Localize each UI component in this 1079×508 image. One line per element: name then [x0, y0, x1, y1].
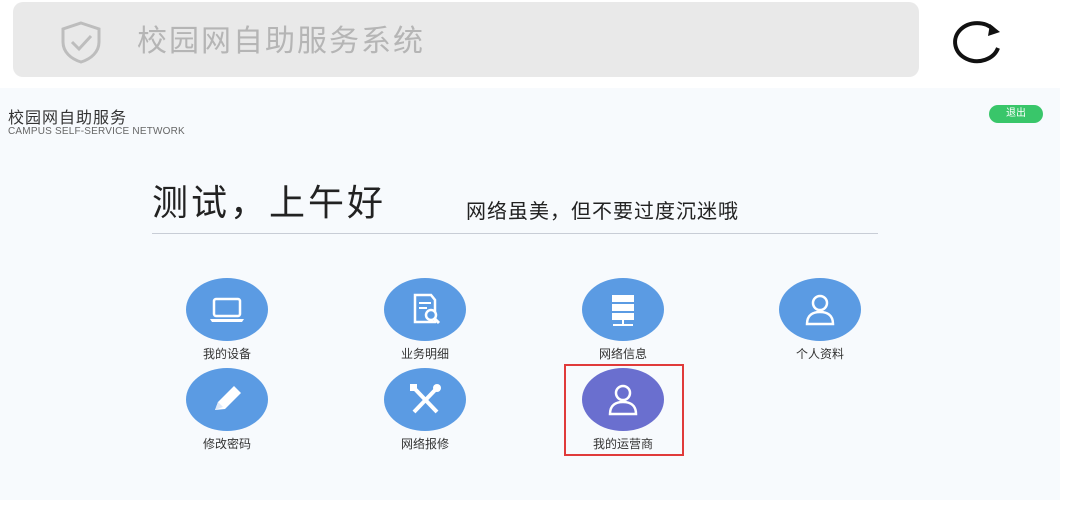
tile-label: 个人资料: [795, 347, 844, 361]
top-bar: 校园网自助服务系统: [0, 0, 1079, 88]
tile-label: 我的设备: [202, 347, 251, 361]
tile-network-info[interactable]: 网络信息: [563, 278, 683, 368]
tile-label: 网络信息: [598, 347, 647, 361]
logout-button[interactable]: 退出: [989, 105, 1043, 123]
greeting: 测试，上午好: [152, 183, 387, 224]
main-content: 校园网自助服务 CAMPUS SELF-SERVICE NETWORK 退出 测…: [0, 88, 1060, 500]
pencil-icon: [215, 385, 241, 410]
user-icon: [805, 294, 835, 325]
tile-change-password[interactable]: 修改密码: [167, 368, 287, 458]
search-bar[interactable]: 校园网自助服务系统: [13, 2, 919, 77]
brand-title: 校园网自助服务: [8, 108, 128, 127]
tile-icon-circle: [186, 278, 268, 341]
tile-label: 网络报修: [400, 437, 449, 451]
tile-label: 业务明细: [400, 347, 449, 361]
tile-my-devices[interactable]: 我的设备: [167, 278, 287, 368]
tile-network-repair[interactable]: 网络报修: [365, 368, 485, 458]
brand-subtitle: CAMPUS SELF-SERVICE NETWORK: [8, 126, 185, 137]
tile-personal-profile[interactable]: 个人资料: [760, 278, 880, 368]
tile-icon-circle: [582, 278, 664, 341]
tools-icon: [410, 383, 441, 413]
document-search-icon: [413, 293, 441, 324]
tile-business-details[interactable]: 业务明细: [365, 278, 485, 368]
tile-label: 修改密码: [202, 437, 251, 451]
shield-icon: [61, 21, 101, 64]
server-icon: [612, 294, 634, 326]
refresh-icon[interactable]: [948, 14, 1012, 68]
tile-icon-circle: [384, 368, 466, 431]
tile-icon-circle: [384, 278, 466, 341]
tile-icon-circle: [779, 278, 861, 341]
tile-icon-circle: [186, 368, 268, 431]
highlight-box: [564, 364, 684, 456]
motto: 网络虽美，但不要过度沉迷哦: [466, 199, 739, 223]
laptop-icon: [210, 297, 244, 322]
search-title: 校园网自助服务系统: [137, 24, 425, 59]
divider: [152, 233, 878, 234]
